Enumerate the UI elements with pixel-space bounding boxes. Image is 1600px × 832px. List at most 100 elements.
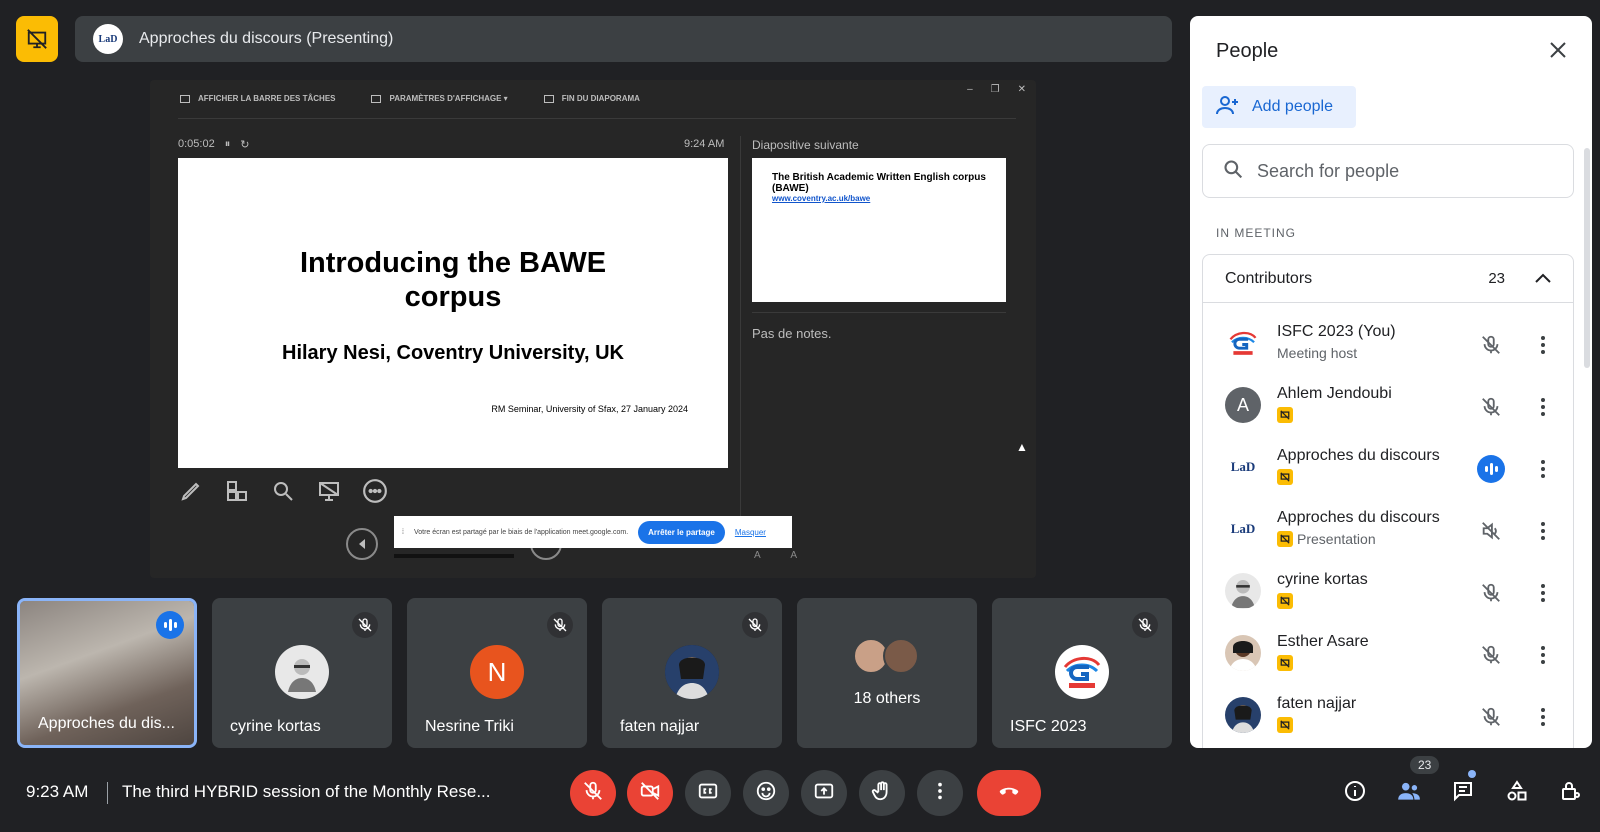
speaker-notes: Pas de notes.	[752, 326, 832, 341]
search-input[interactable]	[1257, 160, 1537, 182]
participant-row[interactable]: faten najjar	[1203, 685, 1573, 747]
next-slide-link: www.coventry.ac.uk/bawe	[772, 194, 871, 203]
slide-title: Introducing the BAWE corpus	[299, 247, 607, 313]
end-show-icon	[543, 94, 554, 103]
chat-notification-dot	[1468, 770, 1476, 778]
presenting-tag-icon	[1277, 469, 1293, 485]
current-slide: Introducing the BAWE corpus Hilary Nesi,…	[178, 158, 728, 468]
participant-list: ISFC 2023 (You) Meeting host A Ahlem Jen…	[1202, 302, 1574, 748]
raise-hand-button[interactable]	[859, 770, 905, 816]
lad-logo-avatar: LaD	[1225, 449, 1261, 485]
avatar: N	[470, 645, 524, 699]
contributors-header[interactable]: Contributors 23	[1202, 254, 1574, 302]
screen-icon	[316, 478, 342, 504]
tile-name: faten najjar	[620, 718, 700, 735]
close-panel-button[interactable]	[1546, 40, 1570, 64]
tile-others[interactable]: 18 others	[797, 598, 977, 748]
next-slide-title: The British Academic Written English cor…	[772, 172, 986, 194]
more-options-icon	[362, 478, 388, 504]
slide-progress-track	[394, 554, 514, 558]
participant-name: Ahlem Jendoubi	[1277, 385, 1392, 402]
lad-logo-avatar: LaD	[1225, 511, 1261, 547]
presenting-tag-icon	[1277, 531, 1293, 547]
more-vert-icon[interactable]	[1533, 517, 1553, 545]
host-controls-button[interactable]	[1556, 778, 1586, 808]
more-vert-icon[interactable]	[1533, 331, 1553, 359]
participant-role: Meeting host	[1277, 345, 1358, 361]
zoom-icon	[270, 478, 296, 504]
meeting-title: The third HYBRID session of the Monthly …	[122, 782, 491, 801]
more-options-button[interactable]	[917, 770, 963, 816]
chat-icon	[1451, 779, 1475, 808]
mic-off-icon[interactable]	[1477, 641, 1505, 669]
mic-off-icon	[352, 612, 378, 638]
participant-row[interactable]: cyrine kortas	[1203, 561, 1573, 623]
screen-share-banner: ⁞ Votre écran est partagé par le biais d…	[394, 516, 792, 548]
participant-row[interactable]: LaD Approches du discours	[1203, 437, 1573, 499]
mic-off-icon	[1132, 612, 1158, 638]
slide-footer: RM Seminar, University of Sfax, 27 Janua…	[491, 404, 688, 414]
meeting-clock: 9:23 AM	[26, 782, 89, 801]
person-add-icon	[1216, 94, 1240, 121]
window-controls: – ❐ ✕	[967, 84, 1026, 95]
leave-call-button[interactable]	[977, 770, 1041, 816]
isfc-logo-avatar	[1225, 325, 1261, 361]
more-vert-icon[interactable]	[1533, 455, 1553, 483]
panel-scrollbar[interactable]	[1584, 148, 1590, 368]
participant-row[interactable]: LaD Approches du discours Presentation	[1203, 499, 1573, 561]
more-vert-icon[interactable]	[1533, 641, 1553, 669]
tile-nesrine-triki[interactable]: N Nesrine Triki	[407, 598, 587, 748]
pen-icon	[178, 478, 204, 504]
participant-name: Approches du discours	[1277, 509, 1440, 526]
mic-off-icon	[582, 780, 604, 807]
next-slide-label: Diapositive suivante	[752, 138, 859, 152]
drag-handle-icon: ⁞	[402, 528, 404, 536]
lad-logo: LaD	[93, 24, 123, 54]
display-settings-button: PARAMÈTRES D'AFFICHAGE ▾	[371, 94, 508, 103]
tile-name: Approches du dis...	[38, 715, 175, 732]
captions-button[interactable]	[685, 770, 731, 816]
presentation-off-icon[interactable]	[16, 16, 58, 62]
tile-faten-najjar[interactable]: faten najjar	[602, 598, 782, 748]
participant-name: cyrine kortas	[1277, 571, 1368, 588]
mic-off-icon[interactable]	[1477, 579, 1505, 607]
more-vert-icon[interactable]	[1533, 703, 1553, 731]
participant-row[interactable]: Esther Asare	[1203, 623, 1573, 685]
meeting-details-button[interactable]	[1340, 778, 1370, 808]
tile-cyrine-kortas[interactable]: cyrine kortas	[212, 598, 392, 748]
participant-status	[1277, 717, 1293, 733]
tile-approches-du-discours[interactable]: Approches du dis...	[17, 598, 197, 748]
participant-status	[1277, 469, 1293, 485]
previous-slide-icon	[346, 528, 378, 560]
participant-row[interactable]: ISFC 2023 (You) Meeting host	[1203, 313, 1573, 375]
mic-off-icon[interactable]	[1477, 393, 1505, 421]
present-screen-button[interactable]	[801, 770, 847, 816]
chat-button[interactable]	[1448, 778, 1478, 808]
volume-off-icon[interactable]	[1477, 517, 1505, 545]
more-vert-icon[interactable]	[1533, 579, 1553, 607]
closed-captions-icon	[697, 780, 719, 807]
people-panel: People Add people IN MEETING Contributor…	[1190, 16, 1592, 748]
presenter-divider	[740, 136, 741, 516]
add-people-button[interactable]: Add people	[1202, 86, 1356, 128]
show-taskbar-button: AFFICHER LA BARRE DES TÂCHES	[180, 94, 335, 103]
mic-off-icon[interactable]	[1477, 703, 1505, 731]
end-slideshow-button: FIN DU DIAPORAMA	[543, 94, 640, 103]
mic-off-icon	[742, 612, 768, 638]
more-vert-icon[interactable]	[1533, 393, 1553, 421]
more-vert-icon	[929, 780, 951, 807]
others-avatar-2	[883, 638, 919, 674]
participant-row[interactable]: A Ahlem Jendoubi	[1203, 375, 1573, 437]
people-button[interactable]	[1394, 778, 1424, 808]
tile-name: Nesrine Triki	[425, 718, 514, 735]
search-box[interactable]	[1202, 144, 1574, 198]
reactions-button[interactable]	[743, 770, 789, 816]
presentation-title-bar[interactable]: LaD Approches du discours (Presenting)	[75, 16, 1172, 62]
activities-button[interactable]	[1502, 778, 1532, 808]
mic-off-icon[interactable]	[1477, 331, 1505, 359]
isfc-logo-avatar	[1055, 645, 1109, 699]
tile-isfc-2023[interactable]: ISFC 2023	[992, 598, 1172, 748]
mic-toggle-button[interactable]	[570, 770, 616, 816]
chevron-up-icon	[1535, 270, 1551, 288]
camera-toggle-button[interactable]	[627, 770, 673, 816]
